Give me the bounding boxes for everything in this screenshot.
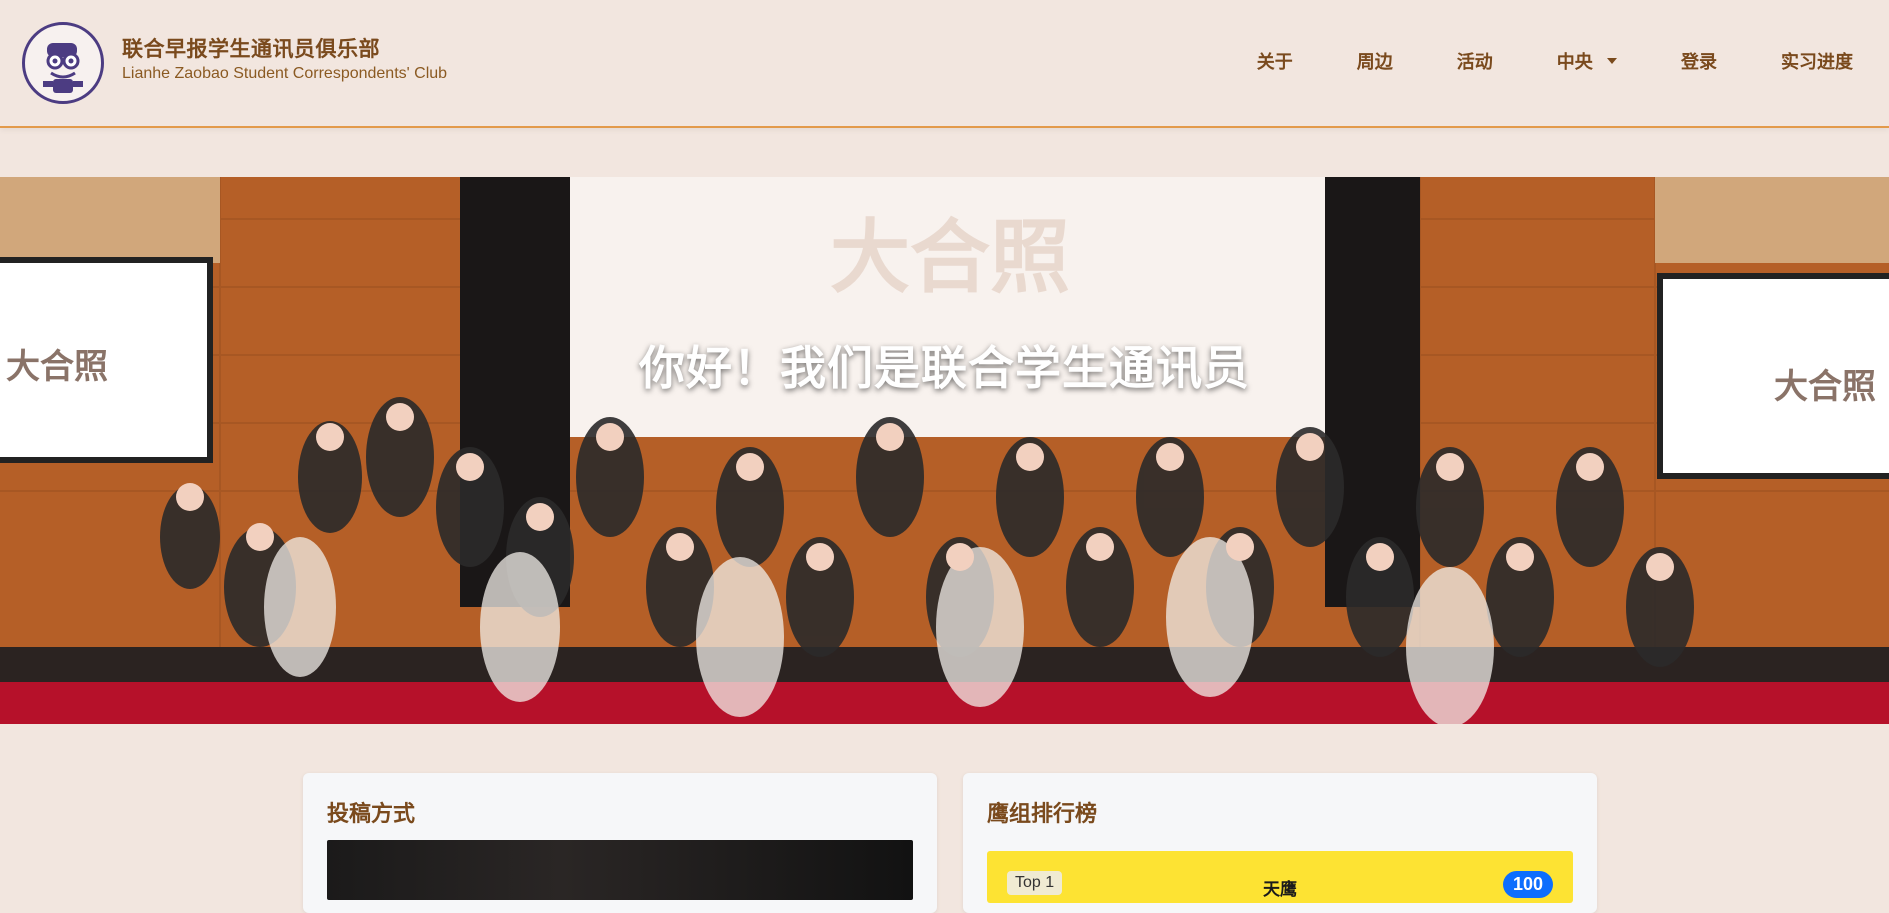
- submission-card: 投稿方式: [303, 773, 937, 913]
- leaderboard-row: Top 1 天鹰 100: [987, 851, 1573, 903]
- nav-central-dropdown[interactable]: 中央: [1557, 48, 1617, 74]
- nav-events[interactable]: 活动: [1457, 48, 1493, 74]
- submission-video-thumbnail[interactable]: [327, 840, 913, 900]
- submission-card-title: 投稿方式: [327, 802, 416, 827]
- brand[interactable]: 联合早报学生通讯员俱乐部 Lianhe Zaobao Student Corre…: [122, 36, 447, 84]
- nav-central-label: 中央: [1556, 52, 1593, 73]
- club-logo-image: [29, 29, 97, 97]
- nav-internship-progress[interactable]: 实习进度: [1781, 48, 1853, 74]
- team-name: 天鹰: [1263, 880, 1297, 900]
- nav-login[interactable]: 登录: [1681, 48, 1717, 74]
- club-logo[interactable]: [22, 22, 104, 104]
- slide-title-main: 大合照: [830, 210, 1070, 304]
- brand-title-en: Lianhe Zaobao Student Correspondents' Cl…: [122, 65, 448, 82]
- score-badge: 100: [1502, 871, 1553, 898]
- brand-title-zh: 联合早报学生通讯员俱乐部: [122, 37, 380, 61]
- leaderboard-title: 鹰组排行榜: [987, 802, 1098, 827]
- nav-merch[interactable]: 周边: [1357, 48, 1393, 74]
- nav-about[interactable]: 关于: [1257, 48, 1293, 74]
- leaderboard-card: 鹰组排行榜 Top 1 天鹰 100: [963, 773, 1597, 913]
- site-header: 联合早报学生通讯员俱乐部 Lianhe Zaobao Student Corre…: [0, 0, 1889, 128]
- main-nav: 关于 周边 活动 中央 登录 实习进度: [1193, 48, 1853, 74]
- hero-banner: 大合照 大合照 大合照 你好！我们是联合学生通讯员: [0, 177, 1889, 724]
- hero-heading: 你好！我们是联合学生通讯员: [639, 341, 1250, 395]
- chevron-down-icon: [1607, 58, 1617, 64]
